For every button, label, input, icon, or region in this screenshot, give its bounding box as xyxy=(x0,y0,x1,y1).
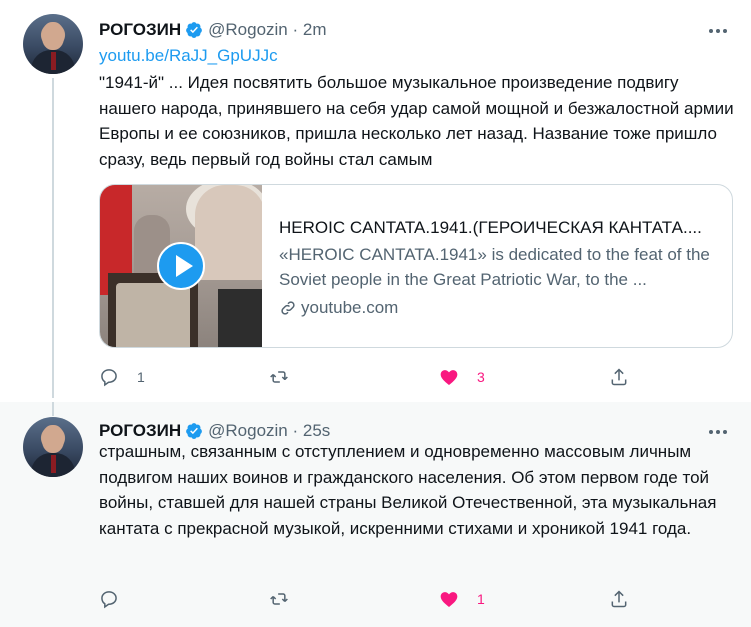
share-icon xyxy=(611,590,627,608)
reply-button[interactable] xyxy=(99,587,137,611)
card-description: «HEROIC CANTATA.1941» is dedicated to th… xyxy=(279,245,710,289)
tweet-1[interactable]: РОГОЗИН @Rogozin · 2m youtu.be/RaJJ_GpUJ… xyxy=(0,0,751,402)
retweet-icon xyxy=(270,593,288,605)
card-title: HEROIC CANTATA.1941.(ГЕРОИЧЕСКАЯ КАНТАТА… xyxy=(279,218,702,237)
tweet-actions: 1 xyxy=(99,587,639,611)
author-handle[interactable]: @Rogozin · 25s xyxy=(208,421,330,441)
link-card[interactable]: HEROIC CANTATA.1941.(ГЕРОИЧЕСКАЯ КАНТАТА… xyxy=(99,184,733,348)
like-icon xyxy=(440,592,458,607)
avatar[interactable] xyxy=(23,417,83,477)
author-name[interactable]: РОГОЗИН xyxy=(99,20,181,40)
tweet-text: "1941-й" ... Идея посвятить большое музы… xyxy=(99,73,734,169)
tweet-2[interactable]: РОГОЗИН @Rogozin · 25s страшным, связанн… xyxy=(0,402,751,627)
thread-line xyxy=(52,402,54,416)
like-button[interactable]: 1 xyxy=(439,587,485,611)
like-icon xyxy=(440,370,458,385)
share-button[interactable] xyxy=(609,365,629,389)
share-icon xyxy=(611,368,627,386)
retweet-button[interactable] xyxy=(269,365,307,389)
author-name[interactable]: РОГОЗИН xyxy=(99,421,181,441)
reply-button[interactable]: 1 xyxy=(99,365,145,389)
verified-icon xyxy=(186,22,202,38)
youtube-link[interactable]: youtu.be/RaJJ_GpUJJc xyxy=(99,46,278,66)
link-icon xyxy=(281,300,295,315)
retweet-button[interactable] xyxy=(269,587,307,611)
reply-icon xyxy=(101,591,117,609)
reply-icon xyxy=(101,369,117,387)
like-button[interactable]: 3 xyxy=(439,365,485,389)
share-button[interactable] xyxy=(609,587,629,611)
tweet-text: страшным, связанным с отступлением и одн… xyxy=(99,442,717,538)
verified-icon xyxy=(186,423,202,439)
card-domain: youtube.com xyxy=(279,295,398,320)
tweet-actions: 1 3 xyxy=(99,365,639,389)
retweet-icon xyxy=(270,371,288,383)
card-thumbnail[interactable] xyxy=(100,185,262,347)
play-icon[interactable] xyxy=(157,242,205,290)
tweet-header: РОГОЗИН @Rogozin · 2m xyxy=(99,18,326,42)
more-icon[interactable] xyxy=(707,20,729,42)
thread-line xyxy=(52,78,54,398)
author-handle[interactable]: @Rogozin · 2m xyxy=(208,20,326,40)
avatar[interactable] xyxy=(23,14,83,74)
